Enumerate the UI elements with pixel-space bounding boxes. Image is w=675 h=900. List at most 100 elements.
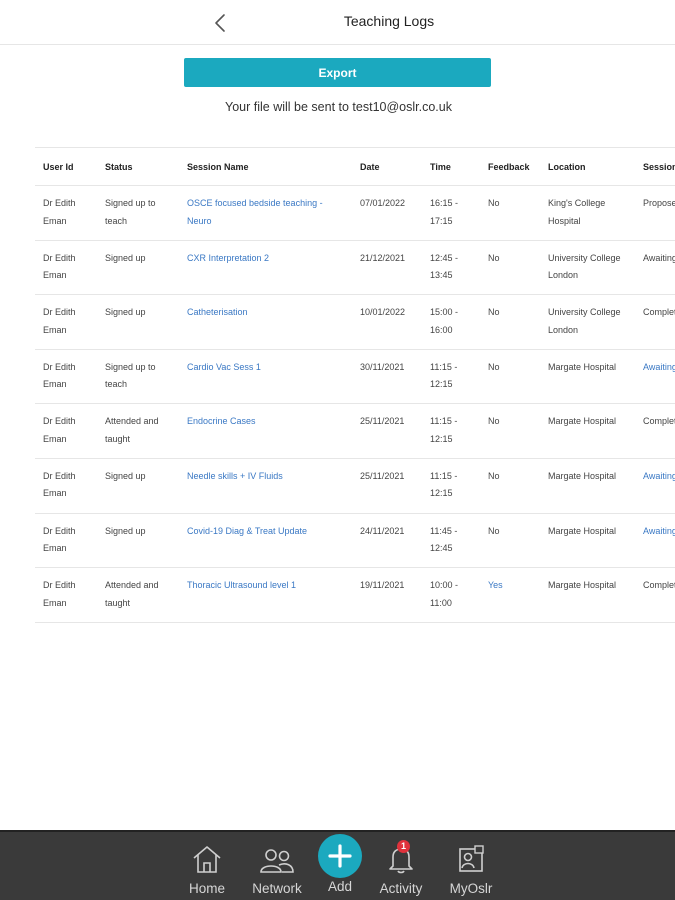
bottom-navigation: Home Network Add 1 Activity MyOslr [0, 830, 675, 900]
cell-date: 10/01/2022 [352, 294, 422, 350]
feedback-link[interactable]: Yes [480, 567, 540, 623]
column-header-location[interactable]: Location [540, 147, 635, 186]
table-row: Dr Edith Eman Signed up to teach OSCE fo… [35, 185, 675, 241]
cell-session-status: Completed [635, 567, 675, 623]
column-header-status[interactable]: Status [97, 147, 179, 186]
session-name-link[interactable]: OSCE focused bedside teaching - Neuro [179, 185, 352, 241]
table-header-row: User Id Status Session Name Date Time Fe… [35, 147, 675, 186]
nav-myoslr[interactable]: MyOslr [446, 832, 496, 900]
nav-activity-label: Activity [379, 881, 423, 896]
plus-icon [318, 834, 362, 878]
session-name-link[interactable]: Needle skills + IV Fluids [179, 458, 352, 514]
cell-user: Dr Edith Eman [35, 458, 97, 514]
cell-status: Signed up [97, 458, 179, 514]
column-header-feedback[interactable]: Feedback [480, 147, 540, 186]
cell-status: Signed up [97, 513, 179, 569]
column-header-user-id[interactable]: User Id [35, 147, 97, 186]
cell-location: King's College Hospital [540, 185, 635, 241]
cell-status: Attended and taught [97, 567, 179, 623]
cell-feedback: No [480, 513, 540, 569]
cell-date: 21/12/2021 [352, 240, 422, 296]
cell-location: Margate Hospital [540, 567, 635, 623]
cell-feedback: No [480, 349, 540, 405]
nav-activity[interactable]: 1 Activity [375, 832, 427, 900]
column-header-session-status[interactable]: Session Status [635, 147, 675, 186]
export-note: Your file will be sent to test10@oslr.co… [225, 100, 452, 114]
table-row: Dr Edith Eman Signed up to teach Cardio … [35, 349, 675, 405]
cell-time: 11:15 - 12:15 [422, 458, 480, 514]
cell-status: Signed up to teach [97, 349, 179, 405]
cell-session-status: Completed [635, 403, 675, 459]
session-status-link[interactable]: Awaiting review [635, 513, 675, 569]
bell-icon [387, 832, 415, 876]
export-button[interactable]: Export [184, 58, 491, 87]
top-bar: Teaching Logs [0, 0, 675, 45]
cell-time: 11:45 - 12:45 [422, 513, 480, 569]
cell-time: 12:45 - 13:45 [422, 240, 480, 296]
cell-user: Dr Edith Eman [35, 513, 97, 569]
cell-location: Margate Hospital [540, 513, 635, 569]
profile-card-icon [456, 832, 486, 876]
home-icon [191, 832, 223, 876]
cell-user: Dr Edith Eman [35, 349, 97, 405]
session-name-link[interactable]: Cardio Vac Sess 1 [179, 349, 352, 405]
cell-user: Dr Edith Eman [35, 403, 97, 459]
cell-time: 15:00 - 16:00 [422, 294, 480, 350]
column-header-session-name[interactable]: Session Name [179, 147, 352, 186]
cell-feedback: No [480, 458, 540, 514]
cell-status: Signed up [97, 294, 179, 350]
session-name-link[interactable]: Endocrine Cases [179, 403, 352, 459]
people-icon [259, 832, 295, 876]
column-header-time[interactable]: Time [422, 147, 480, 186]
nav-home-label: Home [188, 881, 225, 896]
cell-location: University College London [540, 240, 635, 296]
cell-date: 25/11/2021 [352, 403, 422, 459]
session-name-link[interactable]: Covid-19 Diag & Treat Update [179, 513, 352, 569]
cell-session-status: Proposed [635, 185, 675, 241]
session-name-link[interactable]: CXR Interpretation 2 [179, 240, 352, 296]
nav-home[interactable]: Home [185, 832, 229, 900]
teaching-logs-table: User Id Status Session Name Date Time Fe… [35, 147, 675, 627]
table-row: Dr Edith Eman Signed up Covid-19 Diag & … [35, 513, 675, 569]
cell-location: Margate Hospital [540, 458, 635, 514]
cell-time: 10:00 - 11:00 [422, 567, 480, 623]
cell-session-status: Awaiting review [635, 240, 675, 296]
notification-badge: 1 [397, 840, 410, 853]
cell-date: 19/11/2021 [352, 567, 422, 623]
nav-add[interactable]: Add [318, 832, 362, 900]
cell-feedback: No [480, 403, 540, 459]
session-name-link[interactable]: Thoracic Ultrasound level 1 [179, 567, 352, 623]
cell-date: 07/01/2022 [352, 185, 422, 241]
cell-date: 25/11/2021 [352, 458, 422, 514]
cell-status: Signed up to teach [97, 185, 179, 241]
cell-time: 11:15 - 12:15 [422, 403, 480, 459]
cell-feedback: No [480, 294, 540, 350]
session-name-link[interactable]: Catheterisation [179, 294, 352, 350]
session-status-link[interactable]: Awaiting review [635, 458, 675, 514]
cell-user: Dr Edith Eman [35, 185, 97, 241]
column-header-date[interactable]: Date [352, 147, 422, 186]
cell-date: 30/11/2021 [352, 349, 422, 405]
cell-location: Margate Hospital [540, 403, 635, 459]
cell-feedback: No [480, 240, 540, 296]
nav-add-label: Add [327, 879, 353, 894]
cell-status: Signed up [97, 240, 179, 296]
cell-user: Dr Edith Eman [35, 240, 97, 296]
cell-session-status: Completed [635, 294, 675, 350]
nav-myoslr-label: MyOslr [449, 881, 493, 896]
cell-status: Attended and taught [97, 403, 179, 459]
cell-user: Dr Edith Eman [35, 567, 97, 623]
table-row: Dr Edith Eman Signed up Needle skills + … [35, 458, 675, 514]
cell-time: 11:15 - 12:15 [422, 349, 480, 405]
table-row: Dr Edith Eman Signed up Catheterisation … [35, 294, 675, 350]
cell-user: Dr Edith Eman [35, 294, 97, 350]
cell-location: Margate Hospital [540, 349, 635, 405]
table-row: Dr Edith Eman Signed up CXR Interpretati… [35, 240, 675, 296]
cell-location: University College London [540, 294, 635, 350]
cell-time: 16:15 - 17:15 [422, 185, 480, 241]
nav-network[interactable]: Network [249, 832, 305, 900]
cell-feedback: No [480, 185, 540, 241]
nav-network-label: Network [252, 881, 302, 896]
session-status-link[interactable]: Awaiting review [635, 349, 675, 405]
table-row: Dr Edith Eman Attended and taught Endocr… [35, 403, 675, 459]
